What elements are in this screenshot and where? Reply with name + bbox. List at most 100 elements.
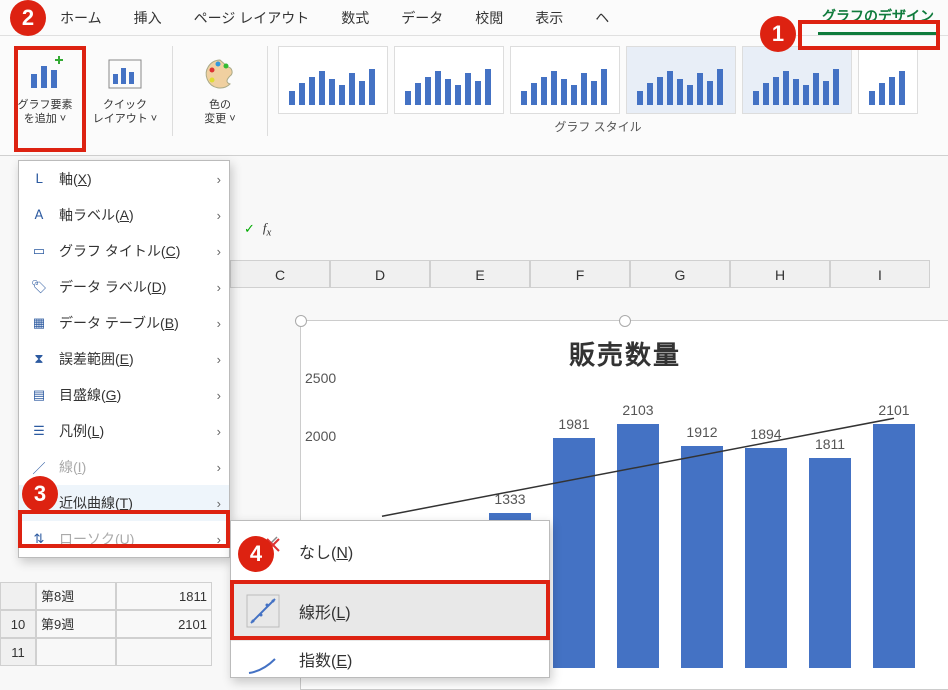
cell-a9[interactable]: 第8週: [36, 582, 116, 610]
col-header-h[interactable]: H: [730, 260, 830, 288]
menu-axis-labels[interactable]: 𝖠軸ラベル(A)›: [19, 197, 229, 233]
trendline-submenu: なし(N) 線形(L) 指数(E): [230, 520, 550, 678]
cell-a11[interactable]: [36, 638, 116, 666]
change-colors-button[interactable]: 色の変更 ˅: [183, 42, 257, 138]
callout-num-3: 3: [22, 476, 58, 512]
fx-icon[interactable]: fx: [263, 220, 271, 239]
menu-data-labels[interactable]: 🏷データ ラベル(D)›: [19, 269, 229, 305]
trendline-linear[interactable]: 線形(L): [231, 581, 549, 641]
menu-data-table[interactable]: ▦データ テーブル(B)›: [19, 305, 229, 341]
bar-value-label: 1912: [686, 424, 717, 440]
exponential-icon: [243, 647, 283, 677]
chart-style-3[interactable]: [510, 46, 620, 114]
axis-label-icon: 𝖠: [27, 207, 51, 223]
menu-updown-bars: ⇅ローソク(U)›: [19, 521, 229, 557]
linear-icon: [243, 591, 283, 631]
chart-resize-handle-top[interactable]: [619, 315, 631, 327]
tab-chart-design[interactable]: グラフのデザイン: [818, 0, 938, 35]
cell-b9[interactable]: 1811: [116, 582, 212, 610]
ribbon-panel: グラフ要素を追加 ˅ クイックレイアウト ˅ 色の変更 ˅ グラフ スタイル: [0, 36, 948, 156]
menu-axis[interactable]: 𝖫軸(X)›: [19, 161, 229, 197]
chart-resize-handle-tl[interactable]: [295, 315, 307, 327]
chevron-right-icon: ›: [217, 352, 221, 367]
callout-num-2: 2: [10, 0, 46, 36]
add-element-label-2: を追加 ˅: [24, 113, 66, 125]
callout-num-1: 1: [760, 16, 796, 52]
col-header-g[interactable]: G: [630, 260, 730, 288]
chart-style-6[interactable]: [858, 46, 918, 114]
tab-review[interactable]: 校閲: [471, 2, 507, 34]
quick-layout-label-1: クイック: [103, 99, 147, 111]
menu-legend[interactable]: ☰凡例(L)›: [19, 413, 229, 449]
change-colors-label-2: 変更 ˅: [204, 113, 235, 125]
tab-formulas[interactable]: 数式: [337, 2, 373, 34]
bar-value-label: 2103: [622, 402, 653, 418]
formula-confirm-icon[interactable]: ✓: [244, 221, 255, 237]
trendline-exponential-partial[interactable]: 指数(E): [231, 641, 549, 677]
chevron-right-icon: ›: [217, 316, 221, 331]
cell-b11[interactable]: [116, 638, 212, 666]
menu-error-bars[interactable]: ⧗誤差範囲(E)›: [19, 341, 229, 377]
quick-layout-icon: [105, 54, 145, 94]
bar[interactable]: 2103: [617, 424, 659, 668]
palette-icon: [200, 54, 240, 94]
chevron-right-icon: ›: [217, 532, 221, 547]
cell-a10[interactable]: 第9週: [36, 610, 116, 638]
chart-title[interactable]: 販売数量: [301, 321, 948, 378]
change-colors-label-1: 色の: [209, 99, 231, 111]
col-header-d[interactable]: D: [330, 260, 430, 288]
y-tick-label: 2000: [305, 428, 336, 444]
bar-value-label: 1811: [815, 436, 845, 452]
data-table-icon: ▦: [27, 315, 51, 331]
cell-b10[interactable]: 2101: [116, 610, 212, 638]
chart-title-icon: ▭: [27, 243, 51, 259]
bar[interactable]: 1981: [553, 438, 595, 668]
row-header-9[interactable]: [0, 582, 36, 610]
chart-style-5[interactable]: [742, 46, 852, 114]
callout-num-4: 4: [238, 536, 274, 572]
add-chart-element-button[interactable]: グラフ要素を追加 ˅: [8, 42, 82, 138]
chart-style-section-label: グラフ スタイル: [554, 118, 641, 135]
chevron-right-icon: ›: [217, 280, 221, 295]
bar[interactable]: 1894: [745, 448, 787, 668]
row-header-11[interactable]: 11: [0, 638, 36, 666]
bar-value-label: 1333: [494, 491, 525, 507]
bar-value-label: 2101: [878, 402, 909, 418]
chart-style-4[interactable]: [626, 46, 736, 114]
tab-home[interactable]: ホーム: [56, 2, 106, 34]
menu-gridlines[interactable]: ▤目盛線(G)›: [19, 377, 229, 413]
bar[interactable]: 1912: [681, 446, 723, 668]
tab-page-layout[interactable]: ページ レイアウト: [190, 2, 314, 34]
tab-view[interactable]: 表示: [531, 2, 567, 34]
row-header-10[interactable]: 10: [0, 610, 36, 638]
error-bars-icon: ⧗: [27, 351, 51, 367]
add-chart-element-icon: [25, 54, 65, 94]
col-header-i[interactable]: I: [830, 260, 930, 288]
chevron-right-icon: ›: [217, 244, 221, 259]
bar[interactable]: 1811: [809, 458, 851, 668]
quick-layout-button[interactable]: クイックレイアウト ˅: [88, 42, 162, 138]
trendline-none[interactable]: なし(N): [231, 521, 549, 581]
tab-help-partial[interactable]: ヘ: [591, 2, 613, 34]
lines-icon: ／: [27, 458, 51, 477]
tab-insert[interactable]: 挿入: [130, 2, 166, 34]
updown-bars-icon: ⇅: [27, 531, 51, 547]
chart-style-gallery[interactable]: [278, 42, 918, 114]
col-header-f[interactable]: F: [530, 260, 630, 288]
y-tick-label: 2500: [305, 370, 336, 386]
gridlines-icon: ▤: [27, 387, 51, 403]
data-label-icon: 🏷: [27, 279, 51, 295]
col-header-e[interactable]: E: [430, 260, 530, 288]
col-header-c[interactable]: C: [230, 260, 330, 288]
bar[interactable]: 2101: [873, 424, 915, 668]
tab-data[interactable]: データ: [397, 2, 447, 34]
formula-bar: ✓ fx: [236, 214, 948, 244]
chart-style-1[interactable]: [278, 46, 388, 114]
chevron-right-icon: ›: [217, 424, 221, 439]
chevron-right-icon: ›: [217, 496, 221, 511]
chart-style-2[interactable]: [394, 46, 504, 114]
chevron-right-icon: ›: [217, 388, 221, 403]
menu-chart-title[interactable]: ▭グラフ タイトル(C)›: [19, 233, 229, 269]
chevron-right-icon: ›: [217, 172, 221, 187]
bar-value-label: 1894: [750, 426, 781, 442]
